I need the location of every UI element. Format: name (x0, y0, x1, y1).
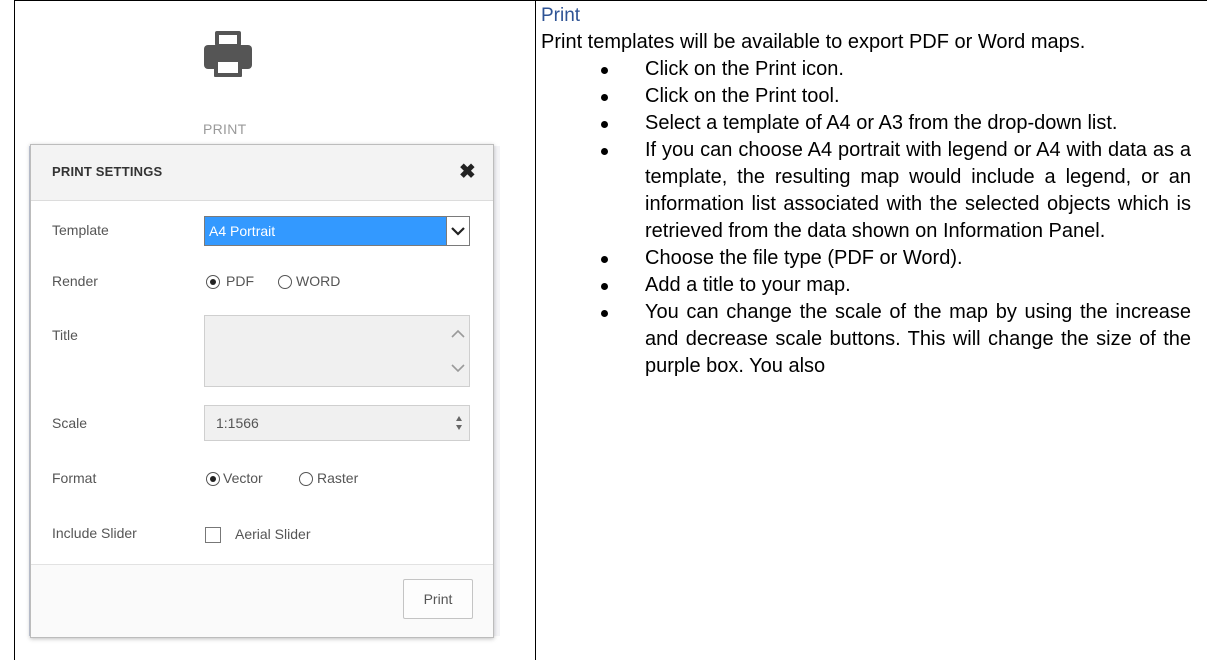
table-column-divider (535, 0, 536, 660)
bullet-icon (601, 94, 608, 101)
render-word-radio[interactable] (278, 275, 292, 289)
scale-value: 1:1566 (216, 415, 259, 431)
close-icon[interactable]: ✖ (459, 159, 476, 184)
render-pdf-label: PDF (226, 273, 254, 289)
print-button[interactable]: Print (403, 579, 473, 619)
format-vector-label: Vector (223, 470, 263, 486)
format-raster-label: Raster (317, 470, 359, 486)
chevron-down-icon[interactable] (446, 217, 469, 245)
list-item-text: Click on the Print tool. (645, 85, 840, 107)
spinner-arrows-icon[interactable] (455, 413, 463, 433)
section-heading: Print (541, 5, 581, 26)
bullet-icon (601, 67, 608, 74)
render-word-label: WORD (296, 273, 341, 289)
scale-label: Scale (52, 415, 88, 431)
title-textarea[interactable] (204, 315, 470, 387)
template-label: Template (52, 222, 109, 238)
list-item-text: Select a template of A4 or A3 from the d… (645, 112, 1118, 134)
list-item-text: Add a title to your map. (645, 274, 851, 296)
print-tool-caption[interactable]: PRINT (203, 121, 247, 137)
dialog-title: PRINT SETTINGS (52, 164, 163, 179)
list-item-text: You can change the scale of the map by u… (645, 301, 1191, 377)
format-raster-radio[interactable] (299, 472, 313, 486)
bullet-icon (601, 121, 608, 128)
bullet-icon (601, 256, 608, 263)
aerial-slider-checkbox[interactable] (205, 527, 221, 543)
dialog-header: PRINT SETTINGS ✖ (31, 145, 493, 201)
print-settings-dialog: PRINT SETTINGS ✖ Template A4 Portrait Re… (30, 144, 494, 638)
title-label: Title (52, 327, 78, 343)
list-item: Click on the Print icon. (541, 56, 1198, 83)
format-vector-radio[interactable] (206, 472, 220, 486)
template-selected-value: A4 Portrait (205, 217, 446, 245)
format-label: Format (52, 470, 97, 486)
list-item: Select a template of A4 or A3 from the d… (541, 110, 1198, 137)
list-item: You can change the scale of the map by u… (541, 299, 1198, 380)
list-item: If you can choose A4 portrait with legen… (541, 137, 1198, 245)
render-label: Render (52, 273, 98, 289)
list-item: Choose the file type (PDF or Word). (541, 245, 1198, 272)
instructions-column: Print Print templates will be available … (541, 4, 1198, 380)
bullet-icon (601, 310, 608, 317)
chevron-up-icon[interactable] (450, 328, 466, 340)
scale-stepper[interactable]: 1:1566 (204, 405, 470, 441)
printer-icon[interactable] (202, 31, 254, 79)
list-item-text: If you can choose A4 portrait with legen… (645, 139, 1191, 242)
list-item: Click on the Print tool. (541, 83, 1198, 110)
bullet-icon (601, 283, 608, 290)
template-select[interactable]: A4 Portrait (204, 216, 470, 246)
aerial-slider-label: Aerial Slider (235, 526, 311, 542)
bullet-icon (601, 148, 608, 155)
list-item-text: Choose the file type (PDF or Word). (645, 247, 963, 269)
instruction-list: Click on the Print icon. Click on the Pr… (541, 56, 1198, 380)
dialog-footer: Print (31, 564, 493, 637)
intro-paragraph: Print templates will be available to exp… (541, 31, 1086, 53)
chevron-down-icon[interactable] (450, 362, 466, 374)
print-screenshot: PRINT PRINT SETTINGS ✖ Template A4 Portr… (15, 1, 534, 660)
render-pdf-radio[interactable] (206, 275, 220, 289)
list-item-text: Click on the Print icon. (645, 58, 844, 80)
include-slider-label: Include Slider (52, 525, 137, 541)
list-item: Add a title to your map. (541, 272, 1198, 299)
